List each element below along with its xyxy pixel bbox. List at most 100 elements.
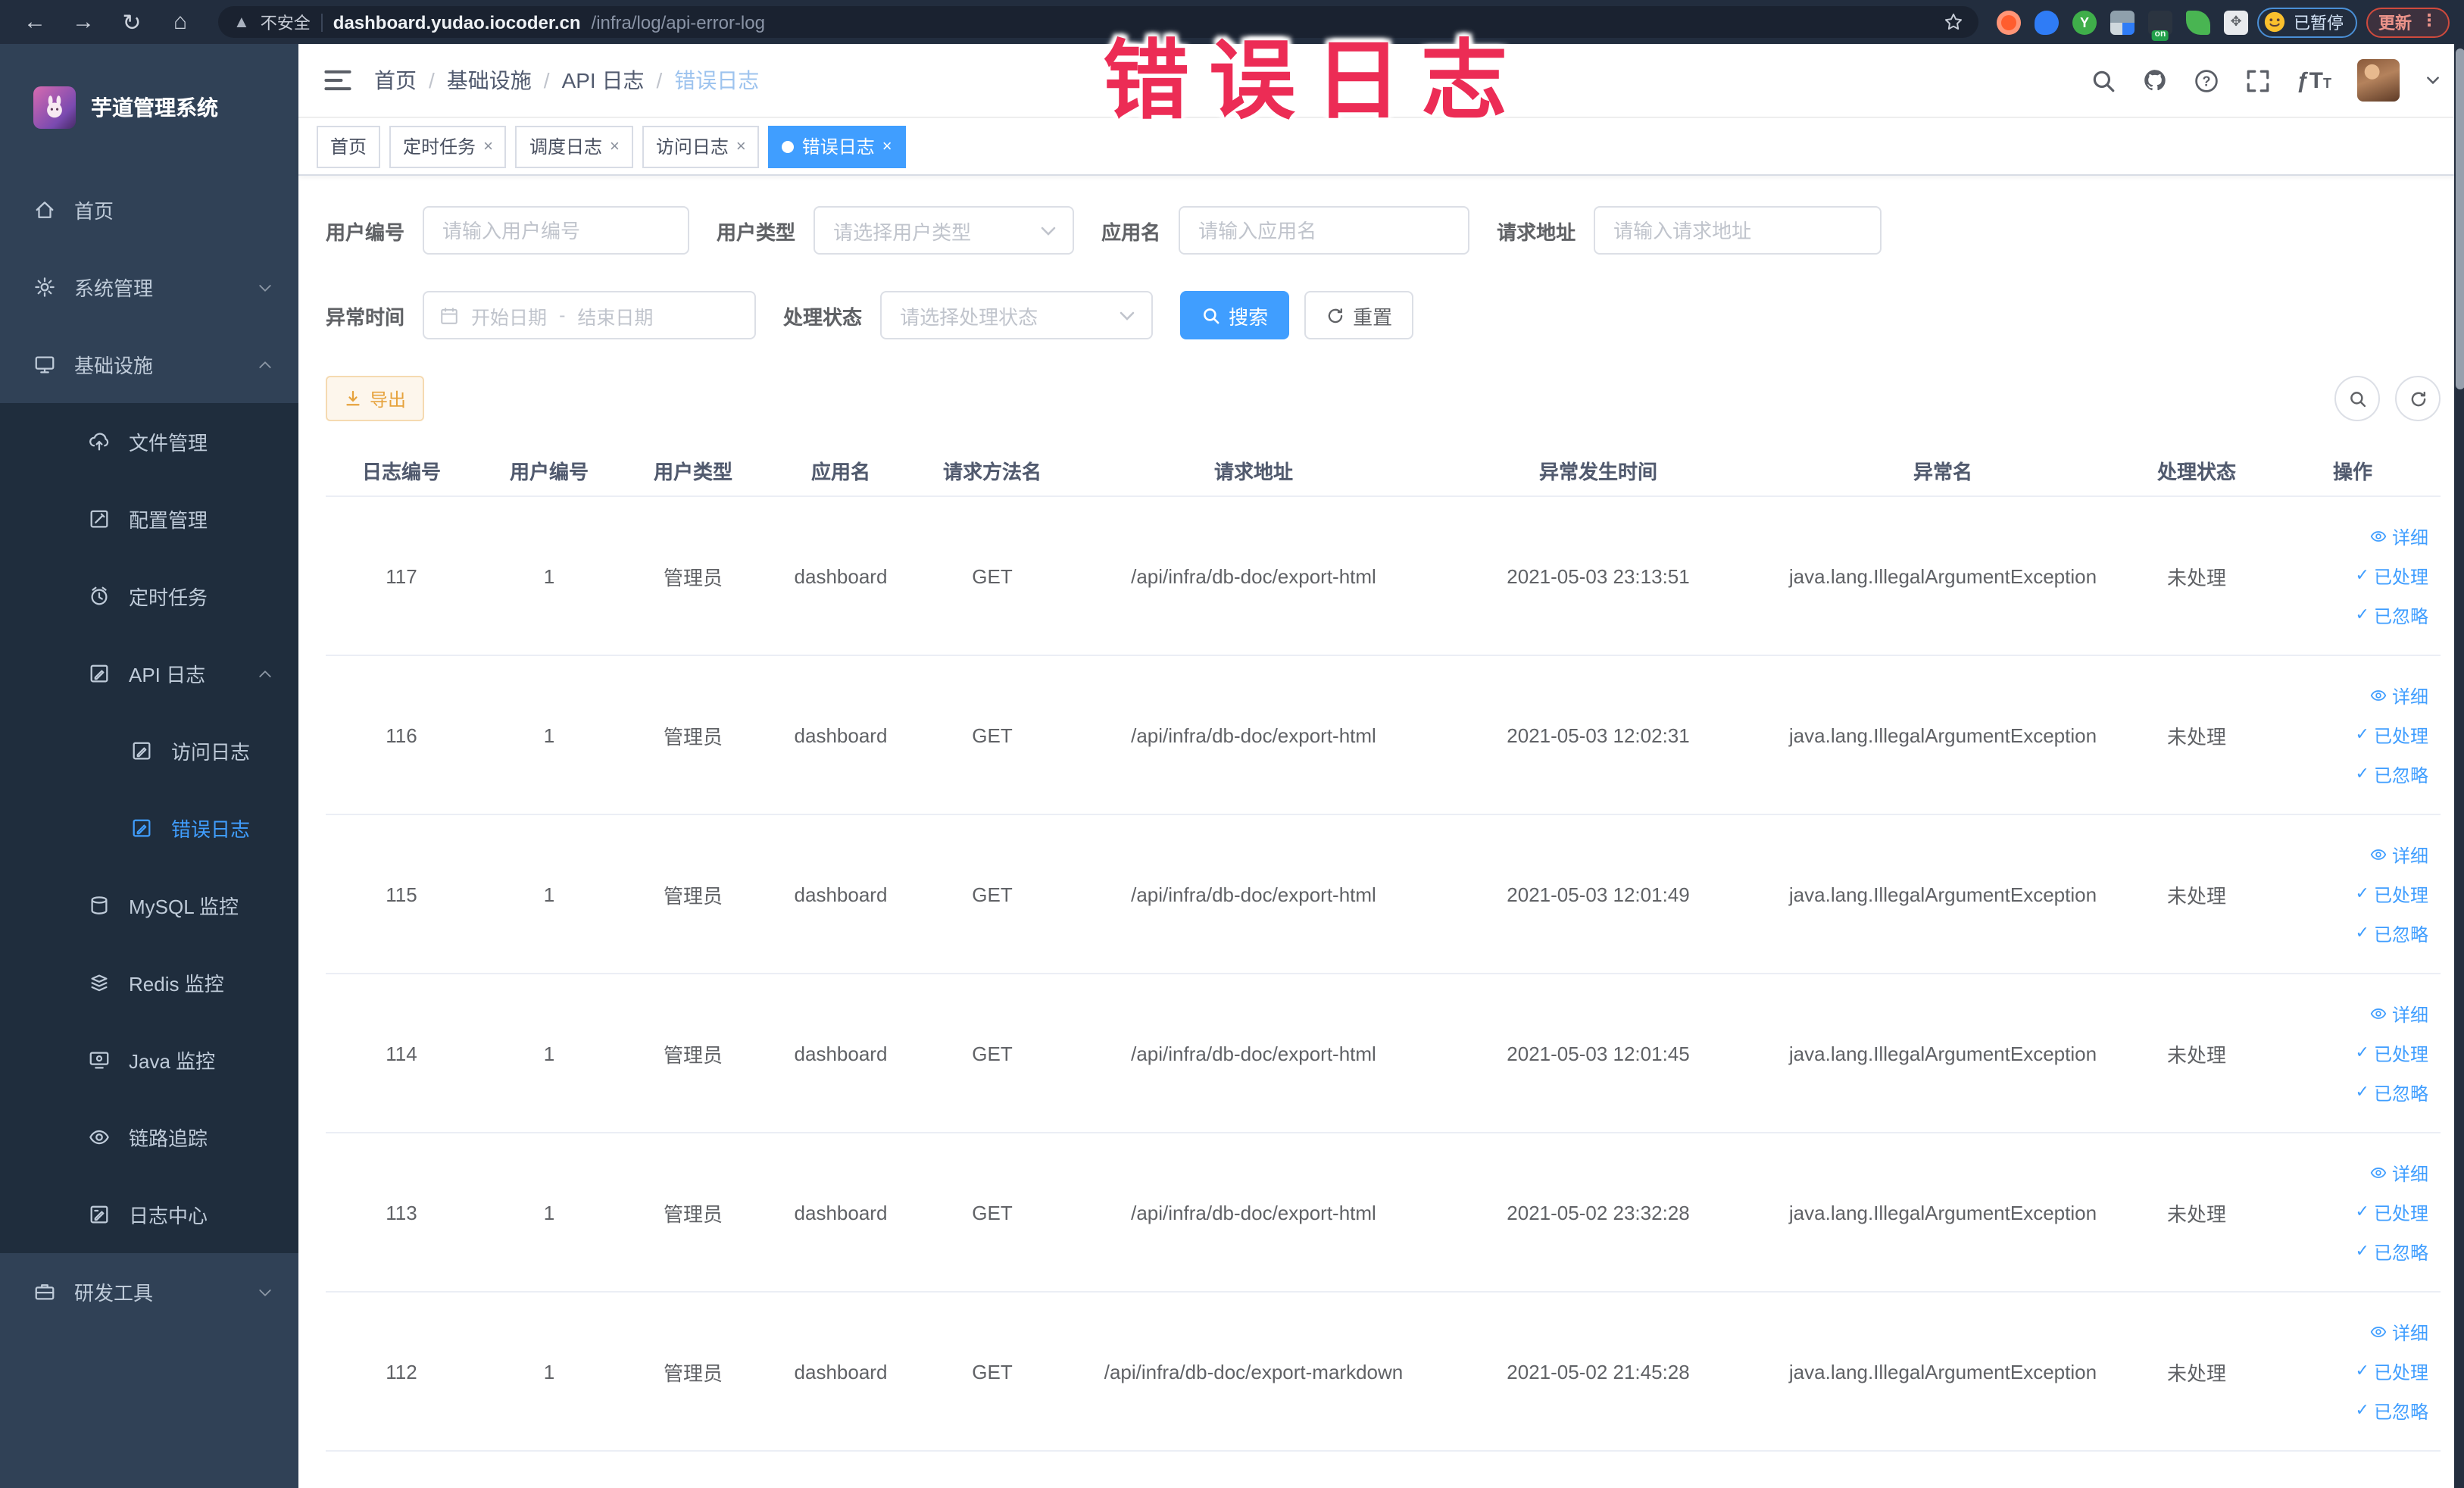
reset-button[interactable]: 重置 [1304, 291, 1414, 339]
scrollbar-track[interactable] [2454, 44, 2464, 1488]
processed-link[interactable]: ✓ 已处理 [2356, 563, 2428, 589]
address-bar[interactable]: ▲ 不安全 dashboard.yudao.iocoder.cn/infra/l… [218, 6, 1978, 38]
profile-paused-pill[interactable]: 已暂停 [2257, 7, 2357, 37]
font-size-icon[interactable]: ƒTT [2297, 67, 2331, 93]
schedule-icon [88, 585, 111, 608]
chevron-down-icon[interactable] [2425, 73, 2441, 88]
ext-dark-on-icon[interactable]: on [2148, 10, 2172, 40]
filter-select-1[interactable]: 请选择用户类型 [814, 206, 1075, 255]
ext-leaf-icon[interactable] [2186, 10, 2210, 34]
browser-menu-icon[interactable]: ⋮ [2421, 13, 2437, 30]
sidebar-item-8[interactable]: 错误日志 [0, 789, 298, 867]
cell-app-name: dashboard [765, 655, 917, 815]
ext-orange-icon[interactable] [1997, 10, 2021, 34]
cell-exception: java.lang.IllegalArgumentException [1757, 496, 2128, 656]
ignored-link[interactable]: ✓ 已忽略 [2356, 921, 2428, 946]
ignored-link[interactable]: ✓ 已忽略 [2356, 761, 2428, 787]
help-icon[interactable]: ? [2194, 67, 2219, 93]
sidebar-item-0[interactable]: 首页 [0, 171, 298, 249]
fullscreen-icon[interactable] [2245, 67, 2271, 93]
tab-0[interactable]: 首页 [317, 125, 381, 167]
ignored-link[interactable]: ✓ 已忽略 [2356, 602, 2428, 628]
close-icon[interactable]: × [610, 137, 620, 155]
forward-icon[interactable]: → [64, 5, 103, 39]
ignored-link[interactable]: ✓ 已忽略 [2356, 1239, 2428, 1264]
sidebar-item-3[interactable]: 文件管理 [0, 403, 298, 480]
cell-log-id: 112 [326, 1292, 477, 1452]
back-icon[interactable]: ← [15, 5, 55, 39]
cell-status: 未处理 [2128, 1292, 2265, 1452]
ignored-link[interactable]: ✓ 已忽略 [2356, 1398, 2428, 1424]
search-icon[interactable] [2091, 67, 2116, 93]
close-icon[interactable]: × [483, 137, 493, 155]
export-button[interactable]: 导出 [326, 376, 425, 421]
sidebar-item-label: 链路追踪 [129, 1127, 208, 1150]
detail-link-label: 详细 [2391, 1163, 2428, 1184]
tab-1[interactable]: 定时任务 × [389, 125, 507, 167]
cell-exception: java.lang.IllegalArgumentException [1757, 1133, 2128, 1293]
sidebar-logo-block[interactable]: 芋道管理系统 [0, 44, 298, 171]
detail-link[interactable]: 详细 [2369, 1160, 2428, 1186]
cell-status: 未处理 [2128, 496, 2265, 656]
search-button[interactable]: 搜索 [1180, 291, 1290, 339]
extension-on-badge: on [2151, 30, 2169, 40]
ext-shield-icon[interactable] [2035, 10, 2059, 34]
processed-link[interactable]: ✓ 已处理 [2356, 722, 2428, 748]
hamburger-icon[interactable] [323, 65, 353, 95]
tab-2[interactable]: 调度日志 × [515, 125, 633, 167]
user-avatar[interactable] [2357, 59, 2400, 102]
ext-grid-icon[interactable] [2110, 10, 2135, 34]
detail-link[interactable]: 详细 [2369, 1319, 2428, 1345]
filter-input-2[interactable] [1179, 206, 1470, 255]
status-select[interactable]: 请选择处理状态 [880, 291, 1154, 339]
sidebar-item-7[interactable]: 访问日志 [0, 712, 298, 789]
filter-input-3[interactable] [1594, 206, 1882, 255]
tab-label: 访问日志 [655, 136, 729, 158]
detail-link[interactable]: 详细 [2369, 683, 2428, 708]
sidebar-item-10[interactable]: Redis 监控 [0, 944, 298, 1021]
filter-input-0[interactable] [423, 206, 690, 255]
update-button[interactable]: 更新 ⋮ [2366, 7, 2450, 37]
processed-link[interactable]: ✓ 已处理 [2356, 1040, 2428, 1066]
cell-actions: 详细 ✓ 已处理 ✓ 已忽略 [2265, 974, 2441, 1133]
refresh-icon[interactable] [2395, 376, 2441, 421]
sidebar-item-9[interactable]: MySQL 监控 [0, 867, 298, 944]
sidebar-item-11[interactable]: Java 监控 [0, 1021, 298, 1099]
breadcrumb-item-1[interactable]: 基础设施 [447, 65, 532, 95]
toggle-search-icon[interactable] [2334, 376, 2380, 421]
date-range-picker[interactable]: 开始日期 - 结束日期 [423, 291, 757, 339]
ignored-link[interactable]: ✓ 已忽略 [2356, 1080, 2428, 1105]
reload-icon[interactable]: ↻ [112, 5, 151, 39]
browser-home-icon[interactable]: ⌂ [161, 5, 200, 39]
scrollbar-thumb[interactable] [2455, 48, 2464, 389]
sidebar-item-2[interactable]: 基础设施 [0, 326, 298, 403]
breadcrumb-item-0[interactable]: 首页 [374, 65, 417, 95]
bookmark-star-icon[interactable] [1944, 12, 1963, 32]
tab-4[interactable]: 错误日志 × [768, 125, 906, 167]
sidebar-item-6[interactable]: API 日志 [0, 635, 298, 712]
processed-link[interactable]: ✓ 已处理 [2356, 1358, 2428, 1384]
sidebar-item-14[interactable]: 研发工具 [0, 1253, 298, 1330]
sidebar-item-4[interactable]: 配置管理 [0, 480, 298, 558]
github-icon[interactable] [2142, 67, 2168, 93]
detail-link[interactable]: 详细 [2369, 1001, 2428, 1027]
sidebar-item-label: 访问日志 [171, 741, 251, 764]
sidebar-item-label: Java 监控 [129, 1050, 216, 1073]
tab-3[interactable]: 访问日志 × [642, 125, 760, 167]
sidebar-item-1[interactable]: 系统管理 [0, 249, 298, 326]
detail-link[interactable]: 详细 [2369, 842, 2428, 867]
tools-icon [33, 1280, 56, 1303]
processed-link[interactable]: ✓ 已处理 [2356, 1199, 2428, 1225]
close-icon[interactable]: × [882, 137, 892, 155]
breadcrumb-item-2[interactable]: API 日志 [562, 65, 645, 95]
sidebar-item-13[interactable]: 日志中心 [0, 1176, 298, 1253]
sidebar-item-12[interactable]: 链路追踪 [0, 1099, 298, 1176]
cell-app-name: dashboard [765, 1292, 917, 1452]
processed-link[interactable]: ✓ 已处理 [2356, 881, 2428, 907]
ext-puzzle-icon[interactable]: ✥ [2224, 10, 2248, 34]
detail-link[interactable]: 详细 [2369, 524, 2428, 549]
ext-green-y-icon[interactable]: Y [2072, 10, 2097, 34]
sidebar-item-5[interactable]: 定时任务 [0, 558, 298, 635]
close-icon[interactable]: × [736, 137, 746, 155]
cell-time: 2021-05-02 23:32:28 [1439, 1133, 1757, 1293]
